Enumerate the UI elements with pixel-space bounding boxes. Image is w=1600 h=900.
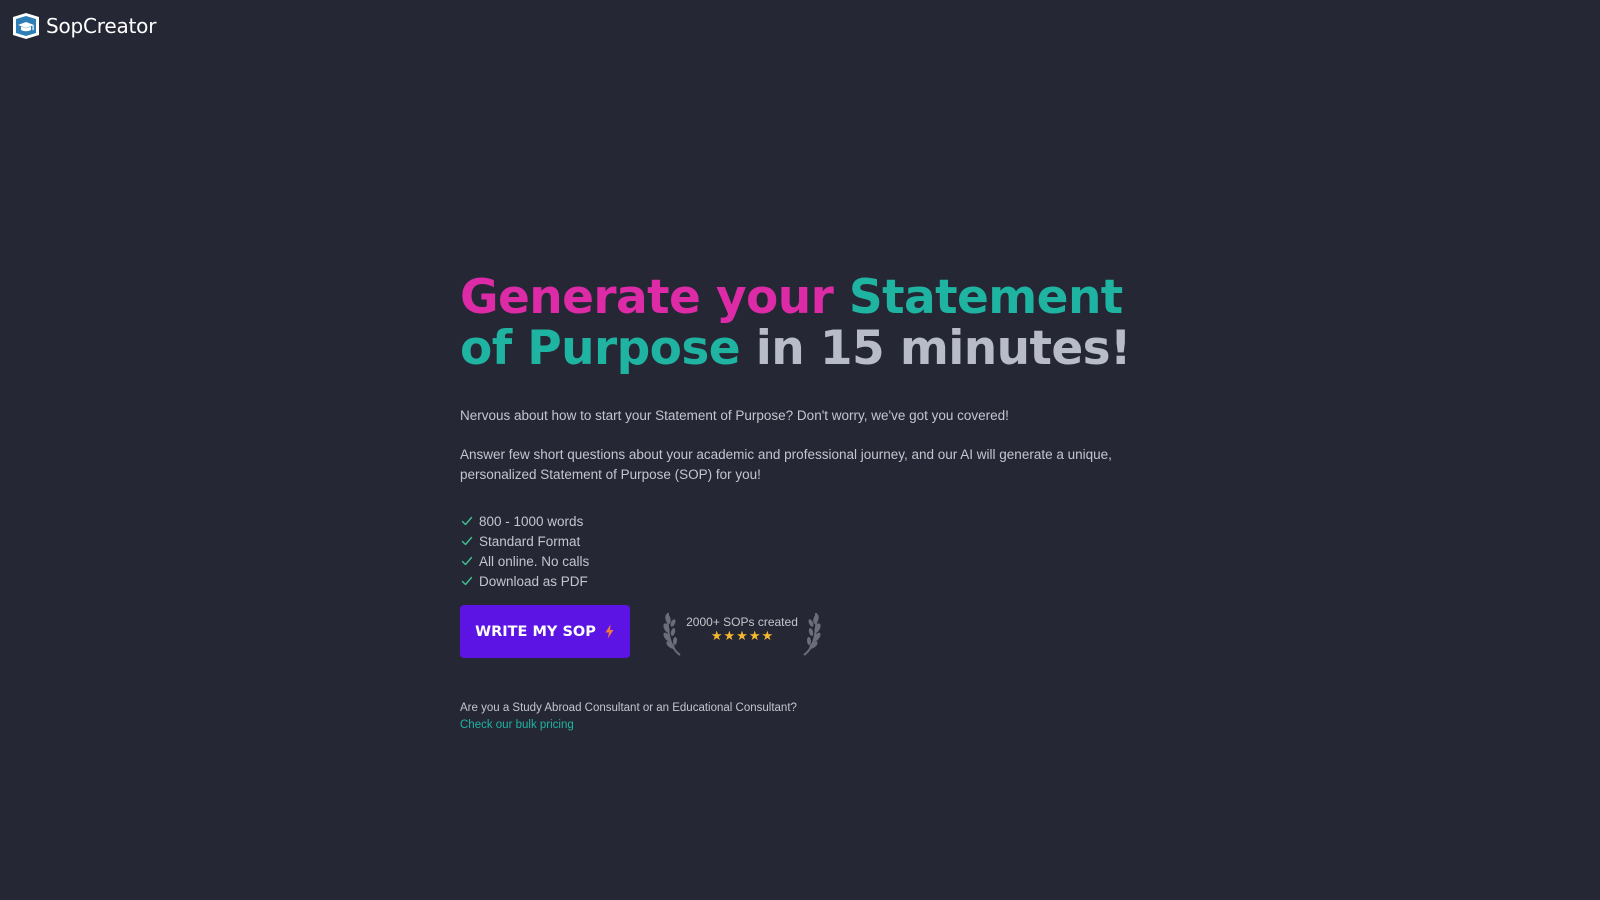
checkmark-icon: [461, 576, 473, 586]
headline-fifteen-minutes: in 15 minutes!: [739, 321, 1132, 376]
sops-created-text: 2000+ SOPs created: [686, 615, 798, 629]
sops-created-badge: 2000+ SOPs created ★ ★ ★ ★ ★: [662, 607, 822, 657]
consultant-note: Are you a Study Abroad Consultant or an …: [460, 700, 1140, 734]
checkmark-icon: [461, 516, 473, 526]
intro-paragraph: Nervous about how to start your Statemen…: [460, 408, 1009, 423]
laurel-wreath-right-icon: [803, 612, 821, 656]
write-my-sop-button[interactable]: WRITE MY SOP: [460, 605, 630, 658]
brand-name: SopCreator: [46, 14, 157, 38]
feature-item: 800 - 1000 words: [460, 511, 1140, 531]
consultant-question: Are you a Study Abroad Consultant or an …: [460, 702, 797, 714]
feature-item: Download as PDF: [460, 571, 1140, 591]
write-my-sop-label: WRITE MY SOP: [475, 623, 596, 640]
feature-item: All online. No calls: [460, 551, 1140, 571]
description-paragraph: Answer few short questions about your ac…: [460, 447, 1112, 482]
feature-label: Standard Format: [479, 533, 581, 549]
star-icon: ★: [710, 629, 723, 644]
feature-item: Standard Format: [460, 531, 1140, 551]
rating-stars: ★ ★ ★ ★ ★: [711, 630, 773, 644]
feature-label: 800 - 1000 words: [479, 513, 584, 529]
cta-row: WRITE MY SOP 2000+ SOPs created ★ ★ ★ ★ …: [460, 605, 1140, 658]
graduation-cap-logo-icon: [13, 13, 39, 39]
brand-logo-link[interactable]: SopCreator: [10, 11, 156, 41]
bulk-pricing-link[interactable]: Check our bulk pricing: [460, 717, 574, 734]
star-icon: ★: [748, 629, 761, 644]
lightning-bolt-icon: [605, 624, 614, 639]
star-icon: ★: [736, 629, 748, 644]
headline: Generate your Statement of Purpose in 15…: [460, 272, 1140, 374]
feature-label: Download as PDF: [479, 573, 588, 589]
feature-label: All online. No calls: [479, 553, 590, 569]
laurel-wreath-left-icon: [663, 612, 681, 656]
feature-list: 800 - 1000 words Standard Format All onl…: [460, 511, 1140, 591]
star-icon: ★: [761, 629, 774, 644]
checkmark-icon: [461, 556, 473, 566]
hero-section: Generate your Statement of Purpose in 15…: [460, 272, 1140, 734]
badge-content: 2000+ SOPs created ★ ★ ★ ★ ★: [686, 615, 798, 644]
star-icon: ★: [723, 629, 736, 644]
checkmark-icon: [461, 536, 473, 546]
headline-generate: Generate your: [460, 270, 849, 325]
